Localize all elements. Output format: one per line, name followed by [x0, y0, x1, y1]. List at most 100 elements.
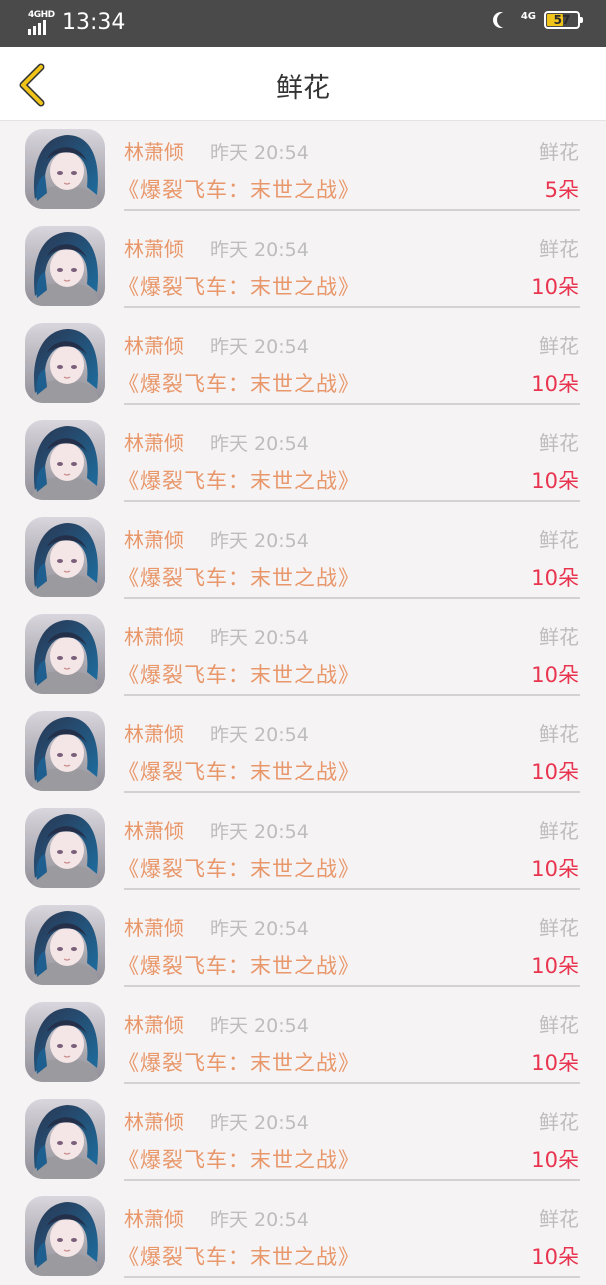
list-item[interactable]: 林萧倾 昨天 20:54 鲜花 《爆裂飞车：末世之战》 10朵: [0, 412, 606, 509]
gift-type: 鲜花: [539, 916, 579, 940]
do-not-disturb-moon-icon: [497, 12, 513, 28]
send-time: 昨天 20:54: [210, 142, 309, 164]
network-type: 4GHD: [28, 10, 55, 20]
sender-name: 林萧倾: [124, 625, 184, 649]
sender-name: 林萧倾: [124, 916, 184, 940]
status-right: 4G 57: [491, 10, 583, 29]
network-4g-label: 4G: [520, 10, 536, 22]
status-bar: 4GHD 13:34 4G 57: [0, 0, 606, 47]
page-title: 鲜花: [276, 73, 330, 104]
list-item[interactable]: 林萧倾 昨天 20:54 鲜花 《爆裂飞车：末世之战》 10朵: [0, 509, 606, 606]
gift-count: 10朵: [531, 372, 579, 396]
nav-bar: 鲜花: [0, 47, 606, 121]
book-title[interactable]: 《爆裂飞车：末世之战》: [118, 1243, 360, 1271]
send-time: 昨天 20:54: [210, 918, 309, 940]
sender-name: 林萧倾: [124, 722, 184, 746]
gift-type: 鲜花: [539, 528, 579, 552]
cellular-signal-icon: 4GHD: [28, 10, 55, 36]
list-item[interactable]: 林萧倾 昨天 20:54 鲜花 《爆裂飞车：末世之战》 10朵: [0, 606, 606, 703]
list-item[interactable]: 林萧倾 昨天 20:54 鲜花 《爆裂飞车：末世之战》 10朵: [0, 800, 606, 897]
book-title[interactable]: 《爆裂飞车：末世之战》: [118, 564, 360, 592]
sender-name: 林萧倾: [124, 1013, 184, 1037]
status-left: 4GHD 13:34: [28, 10, 125, 36]
avatar[interactable]: [25, 517, 105, 597]
send-time: 昨天 20:54: [210, 336, 309, 358]
list-item[interactable]: 林萧倾 昨天 20:54 鲜花 《爆裂飞车：末世之战》 10朵: [0, 703, 606, 800]
gift-type: 鲜花: [539, 625, 579, 649]
book-title[interactable]: 《爆裂飞车：末世之战》: [118, 176, 360, 204]
divider: [124, 888, 580, 890]
gift-count: 10朵: [531, 275, 579, 299]
gift-type: 鲜花: [539, 334, 579, 358]
gift-count: 10朵: [531, 566, 579, 590]
send-time: 昨天 20:54: [210, 821, 309, 843]
avatar[interactable]: [25, 129, 105, 209]
divider: [124, 985, 580, 987]
gift-count: 10朵: [531, 760, 579, 784]
avatar[interactable]: [25, 1002, 105, 1082]
list-item[interactable]: 林萧倾 昨天 20:54 鲜花 《爆裂飞车：末世之战》 10朵: [0, 1188, 606, 1285]
divider: [124, 403, 580, 405]
gift-count: 10朵: [531, 1051, 579, 1075]
gift-type: 鲜花: [539, 431, 579, 455]
send-time: 昨天 20:54: [210, 1015, 309, 1037]
book-title[interactable]: 《爆裂飞车：末世之战》: [118, 952, 360, 980]
sender-name: 林萧倾: [124, 237, 184, 261]
list-item[interactable]: 林萧倾 昨天 20:54 鲜花 《爆裂飞车：末世之战》 10朵: [0, 897, 606, 994]
divider: [124, 500, 580, 502]
avatar[interactable]: [25, 226, 105, 306]
battery-percent: 57: [553, 13, 571, 27]
book-title[interactable]: 《爆裂飞车：末世之战》: [118, 855, 360, 883]
list-item[interactable]: 林萧倾 昨天 20:54 鲜花 《爆裂飞车：末世之战》 5朵: [0, 121, 606, 218]
divider: [124, 1276, 580, 1278]
gift-record-list: 林萧倾 昨天 20:54 鲜花 《爆裂飞车：末世之战》 5朵 林萧倾 昨天 20…: [0, 121, 606, 1285]
avatar[interactable]: [25, 1196, 105, 1276]
divider: [124, 306, 580, 308]
gift-type: 鲜花: [539, 1110, 579, 1134]
avatar[interactable]: [25, 323, 105, 403]
send-time: 昨天 20:54: [210, 433, 309, 455]
list-item[interactable]: 林萧倾 昨天 20:54 鲜花 《爆裂飞车：末世之战》 10朵: [0, 315, 606, 412]
book-title[interactable]: 《爆裂飞车：末世之战》: [118, 467, 360, 495]
send-time: 昨天 20:54: [210, 239, 309, 261]
gift-type: 鲜花: [539, 1207, 579, 1231]
avatar[interactable]: [25, 614, 105, 694]
divider: [124, 209, 580, 211]
book-title[interactable]: 《爆裂飞车：末世之战》: [118, 758, 360, 786]
gift-type: 鲜花: [539, 140, 579, 164]
sender-name: 林萧倾: [124, 819, 184, 843]
book-title[interactable]: 《爆裂飞车：末世之战》: [118, 1049, 360, 1077]
gift-type: 鲜花: [539, 1013, 579, 1037]
send-time: 昨天 20:54: [210, 627, 309, 649]
battery-icon: 57: [544, 11, 583, 29]
gift-count: 10朵: [531, 663, 579, 687]
book-title[interactable]: 《爆裂飞车：末世之战》: [118, 273, 360, 301]
avatar[interactable]: [25, 420, 105, 500]
avatar[interactable]: [25, 1099, 105, 1179]
gift-type: 鲜花: [539, 819, 579, 843]
send-time: 昨天 20:54: [210, 1112, 309, 1134]
sender-name: 林萧倾: [124, 431, 184, 455]
list-item[interactable]: 林萧倾 昨天 20:54 鲜花 《爆裂飞车：末世之战》 10朵: [0, 994, 606, 1091]
list-item[interactable]: 林萧倾 昨天 20:54 鲜花 《爆裂飞车：末世之战》 10朵: [0, 1091, 606, 1188]
gift-count: 10朵: [531, 1245, 579, 1269]
divider: [124, 597, 580, 599]
avatar[interactable]: [25, 905, 105, 985]
sender-name: 林萧倾: [124, 140, 184, 164]
book-title[interactable]: 《爆裂飞车：末世之战》: [118, 661, 360, 689]
book-title[interactable]: 《爆裂飞车：末世之战》: [118, 1146, 360, 1174]
list-item[interactable]: 林萧倾 昨天 20:54 鲜花 《爆裂飞车：末世之战》 10朵: [0, 218, 606, 315]
divider: [124, 1082, 580, 1084]
avatar[interactable]: [25, 711, 105, 791]
gift-count: 10朵: [531, 469, 579, 493]
sender-name: 林萧倾: [124, 528, 184, 552]
divider: [124, 694, 580, 696]
gift-type: 鲜花: [539, 237, 579, 261]
divider: [124, 791, 580, 793]
avatar[interactable]: [25, 808, 105, 888]
divider: [124, 1179, 580, 1181]
gift-count: 10朵: [531, 857, 579, 881]
sender-name: 林萧倾: [124, 1110, 184, 1134]
gift-count: 5朵: [544, 178, 579, 202]
book-title[interactable]: 《爆裂飞车：末世之战》: [118, 370, 360, 398]
